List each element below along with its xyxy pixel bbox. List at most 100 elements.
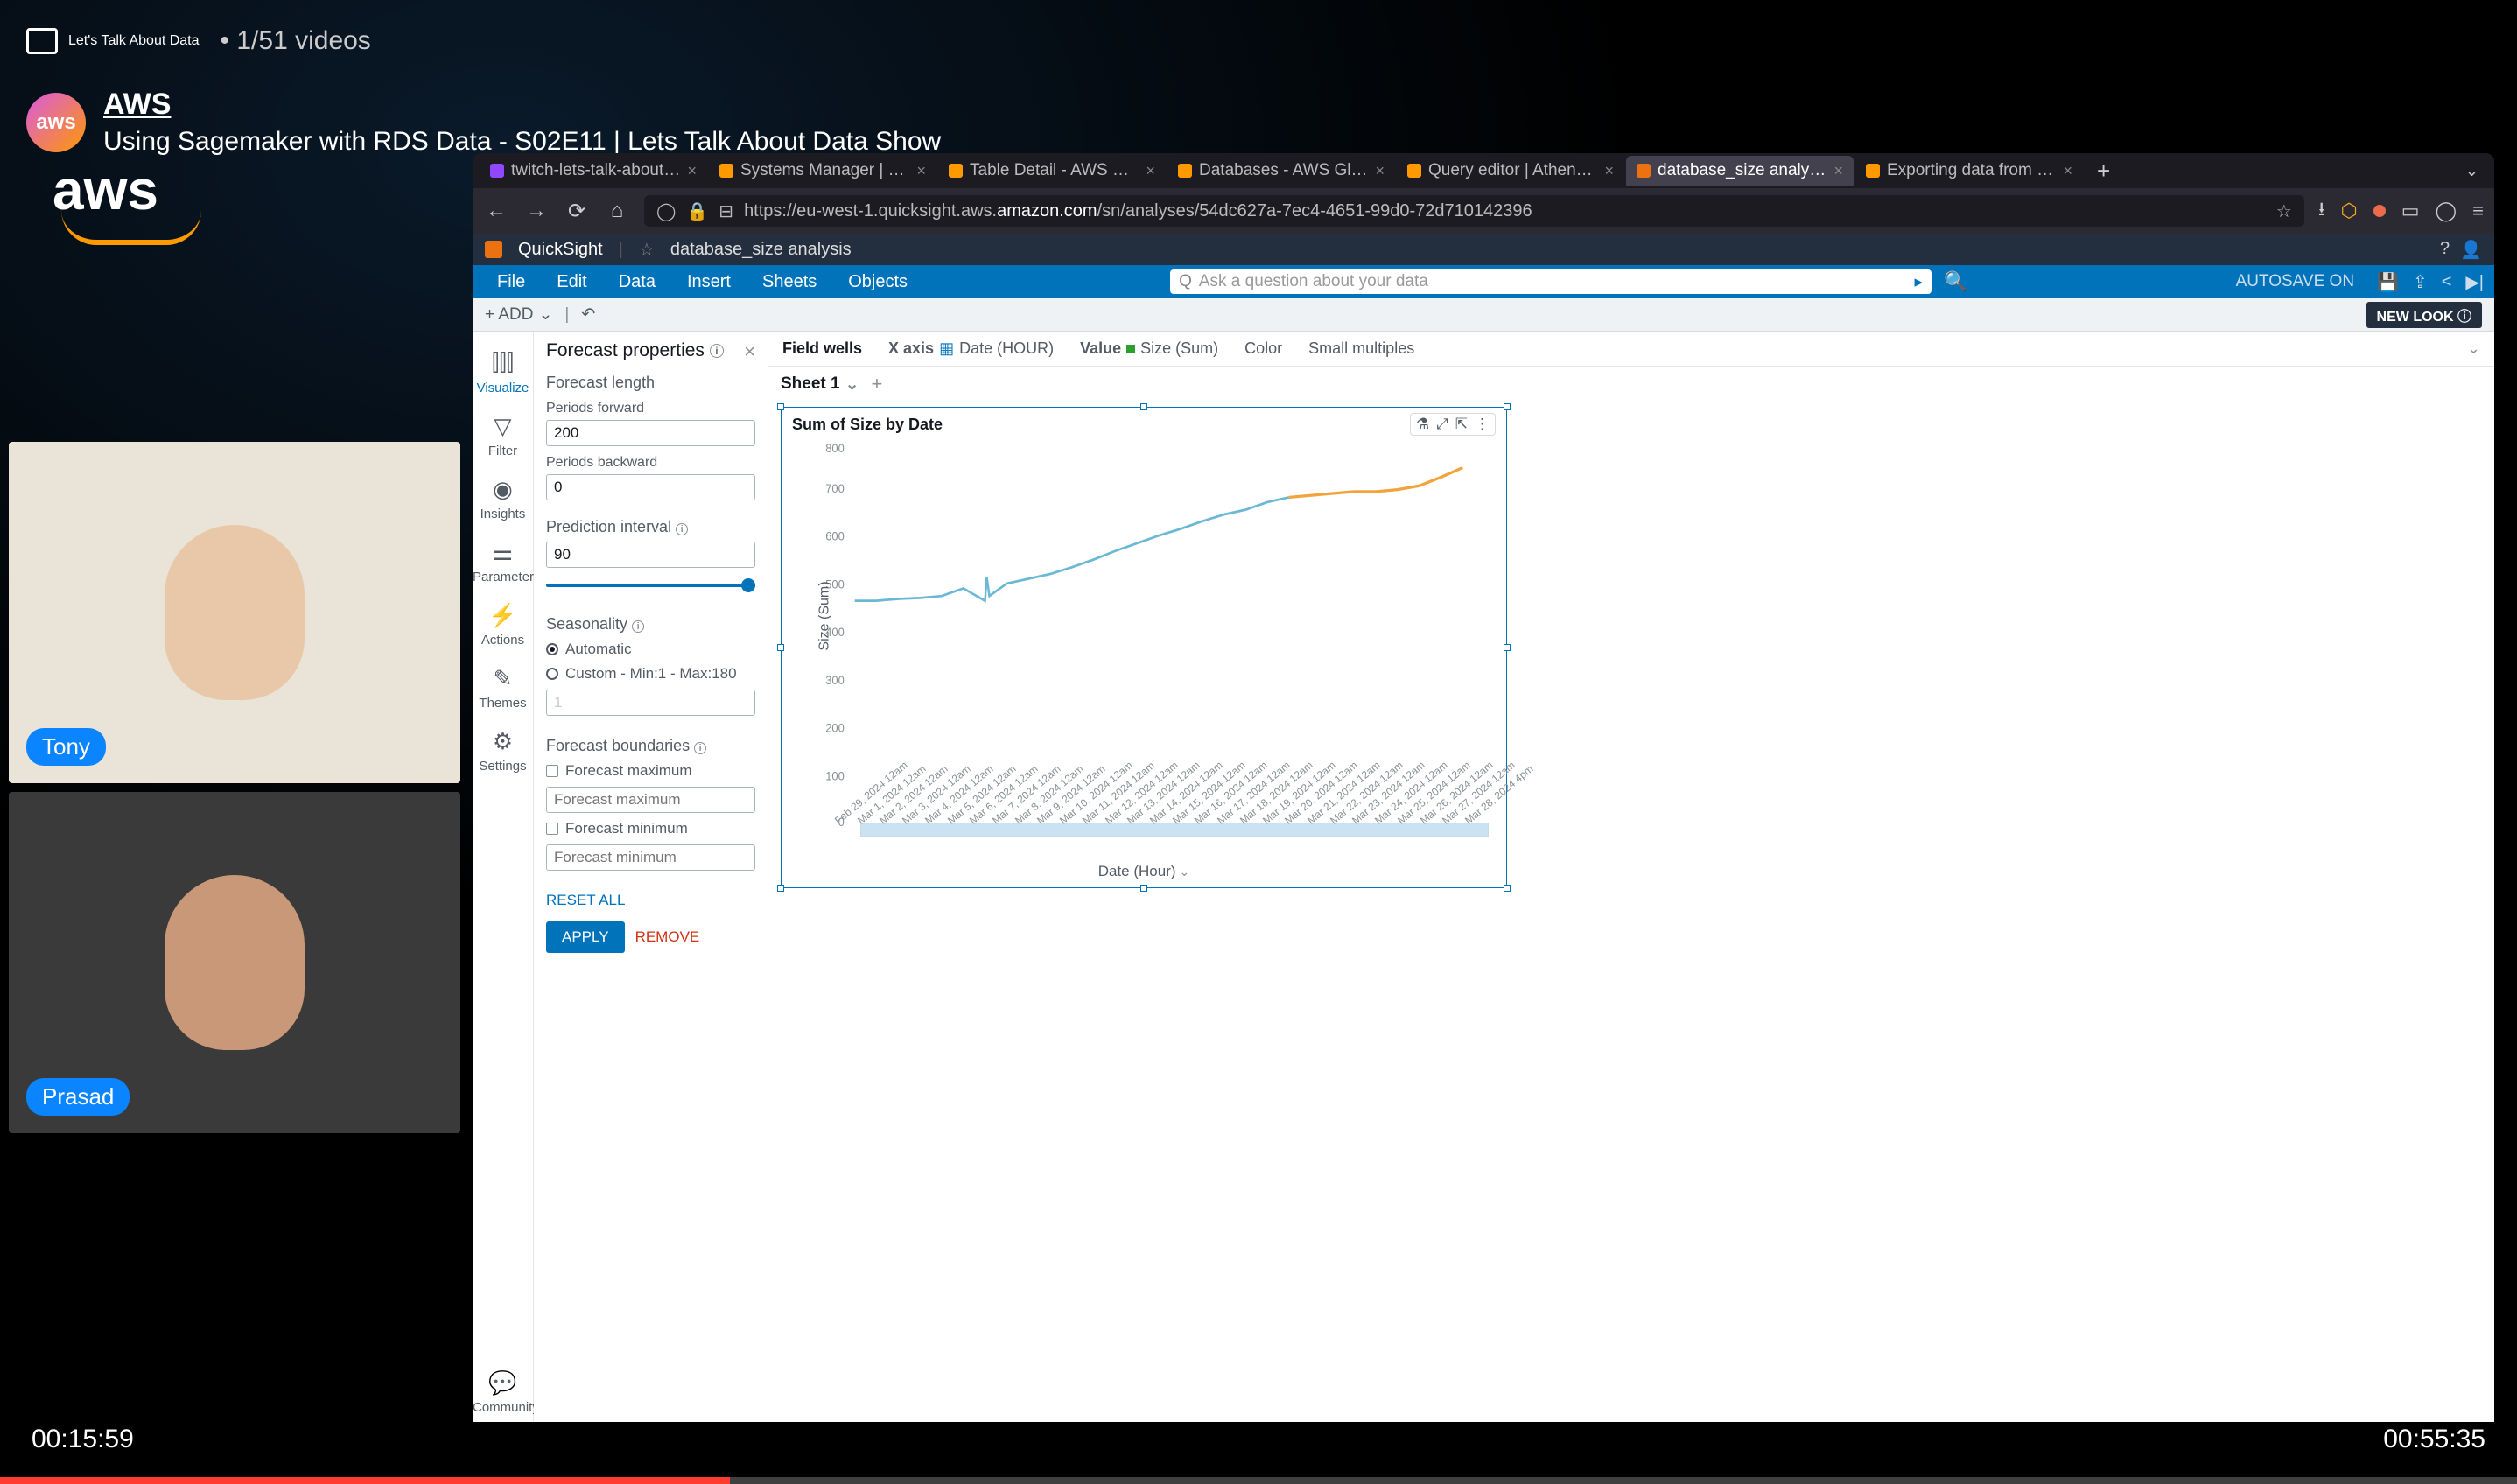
close-icon[interactable]: × xyxy=(916,162,926,180)
rail-parameters[interactable]: ⚌Parameters xyxy=(473,532,533,592)
apply-button[interactable]: APPLY xyxy=(546,921,625,953)
rail-themes[interactable]: ✎Themes xyxy=(473,658,533,718)
container-indicator-icon[interactable] xyxy=(2373,205,2386,217)
resize-handle[interactable] xyxy=(777,403,784,410)
forecast-max-input[interactable] xyxy=(546,787,755,813)
periods-forward-input[interactable] xyxy=(546,420,755,446)
help-icon[interactable]: ? xyxy=(2440,239,2450,261)
rail-insights[interactable]: ◉Insights xyxy=(473,469,533,528)
chart-title[interactable]: Sum of Size by Date xyxy=(792,416,943,434)
all-tabs-button[interactable]: ⌄ xyxy=(2457,162,2487,180)
filter-applied-icon[interactable]: ⚗ xyxy=(1416,416,1429,433)
reload-button[interactable]: ⟳ xyxy=(564,199,590,224)
info-icon[interactable]: i xyxy=(694,742,706,754)
channel-name-link[interactable]: AWS xyxy=(103,88,941,122)
back-button[interactable]: ← xyxy=(483,199,509,223)
export-visual-icon[interactable]: ⇱ xyxy=(1455,416,1468,433)
visual-menu-icon[interactable]: ⋮ xyxy=(1475,416,1490,433)
quicksight-logo-icon[interactable] xyxy=(485,241,502,258)
video-progress-track[interactable] xyxy=(0,1477,2517,1484)
maximize-icon[interactable]: ⤢ xyxy=(1436,416,1448,433)
quicksight-brand[interactable]: QuickSight xyxy=(518,240,603,260)
export-icon[interactable]: ⇪ xyxy=(2413,271,2428,293)
info-icon[interactable]: i xyxy=(710,344,724,358)
resize-handle[interactable] xyxy=(1140,885,1147,892)
seasonality-custom-input[interactable] xyxy=(546,690,755,716)
new-tab-button[interactable]: + xyxy=(2085,158,2122,185)
close-icon[interactable]: × xyxy=(1375,162,1385,180)
small-multiples-well[interactable]: Small multiples xyxy=(1308,340,1414,358)
menu-edit[interactable]: Edit xyxy=(543,272,600,292)
submit-icon[interactable]: ▸ xyxy=(1915,272,1924,292)
rail-visualize[interactable]: ⫿⫿⫿Visualize xyxy=(473,342,533,402)
menu-objects[interactable]: Objects xyxy=(834,272,922,292)
close-icon[interactable]: × xyxy=(1833,162,1843,180)
close-icon[interactable]: × xyxy=(1146,162,1155,180)
bookmark-star-icon[interactable]: ☆ xyxy=(2276,200,2292,222)
color-well[interactable]: Color xyxy=(1244,340,1282,358)
browser-tab-active[interactable]: database_size analysis× xyxy=(1626,156,1854,186)
resize-handle[interactable] xyxy=(777,885,784,892)
expand-wells-icon[interactable]: ⌄ xyxy=(2467,340,2480,358)
resize-handle[interactable] xyxy=(1504,403,1511,410)
undo-icon[interactable]: ↶ xyxy=(581,304,595,325)
rail-community[interactable]: 💬Community xyxy=(473,1362,533,1422)
close-panel-button[interactable]: × xyxy=(744,340,755,363)
info-icon[interactable]: i xyxy=(632,620,644,633)
q-search-input[interactable]: Q Ask a question about your data ▸ xyxy=(1170,270,1932,294)
present-icon[interactable]: ▶| xyxy=(2465,271,2484,293)
remove-button[interactable]: REMOVE xyxy=(635,921,700,953)
browser-tab[interactable]: Query editor | Athena | eu-we× xyxy=(1397,156,1624,186)
add-sheet-button[interactable]: + xyxy=(872,373,883,396)
downloads-icon[interactable]: ⭳ xyxy=(2318,194,2325,228)
forecast-min-input[interactable] xyxy=(546,844,755,871)
magnifier-icon[interactable]: 🔍 xyxy=(1944,270,1967,293)
user-icon[interactable]: 👤 xyxy=(2460,239,2482,261)
browser-tab[interactable]: Databases - AWS Glue Console× xyxy=(1167,156,1395,186)
rail-filter[interactable]: ▽Filter xyxy=(473,406,533,466)
autosave-toggle[interactable]: AUTOSAVE ON xyxy=(2236,272,2355,291)
favorite-star-icon[interactable]: ☆ xyxy=(639,239,655,261)
channel-avatar[interactable]: aws xyxy=(26,93,86,152)
browser-tab[interactable]: Exporting data from an RDS fo× xyxy=(1855,156,2083,186)
browser-tab[interactable]: twitch-lets-talk-about-data× xyxy=(480,156,707,186)
home-button[interactable]: ⌂ xyxy=(604,199,630,223)
prediction-interval-slider[interactable] xyxy=(546,577,755,594)
rail-settings[interactable]: ⚙Settings xyxy=(473,721,533,780)
forecast-min-checkbox[interactable]: Forecast minimum xyxy=(546,820,755,837)
sidebar-icon[interactable]: ▭ xyxy=(2401,200,2420,222)
resize-handle[interactable] xyxy=(1504,885,1511,892)
rail-actions[interactable]: ⚡Actions xyxy=(473,595,533,654)
add-button[interactable]: + ADD ⌄ | ↶ xyxy=(485,304,595,325)
info-icon[interactable]: i xyxy=(676,523,688,536)
line-chart-visual[interactable]: Sum of Size by Date ⚗ ⤢ ⇱ ⋮ Size (Sum) xyxy=(781,407,1507,888)
close-icon[interactable]: × xyxy=(2063,162,2072,180)
save-icon[interactable]: 💾 xyxy=(2377,271,2399,293)
xaxis-well[interactable]: X axis ▦ Date (HOUR) xyxy=(888,340,1054,358)
canvas-area[interactable]: Field wells X axis ▦ Date (HOUR) Value S… xyxy=(768,332,2494,1422)
browser-tab[interactable]: Systems Manager | eu-west-1× xyxy=(709,156,936,186)
new-look-badge[interactable]: NEW LOOK ⓘ xyxy=(2366,302,2482,328)
field-wells-bar[interactable]: Field wells X axis ▦ Date (HOUR) Value S… xyxy=(768,332,2494,367)
periods-backward-input[interactable] xyxy=(546,474,755,500)
resize-handle[interactable] xyxy=(1140,403,1147,410)
menu-insert[interactable]: Insert xyxy=(673,272,745,292)
menu-file[interactable]: File xyxy=(483,272,539,292)
seasonality-automatic-radio[interactable]: Automatic xyxy=(546,640,755,658)
close-icon[interactable]: × xyxy=(1604,162,1614,180)
share-icon[interactable]: < xyxy=(2442,272,2452,292)
playlist-title[interactable]: Let's Talk About Data xyxy=(68,33,200,49)
url-bar[interactable]: ◯ 🔒 ⊟ https://eu-west-1.quicksight.aws.a… xyxy=(644,195,2304,227)
close-icon[interactable]: × xyxy=(687,162,697,180)
menu-sheets[interactable]: Sheets xyxy=(748,272,831,292)
menu-data[interactable]: Data xyxy=(605,272,670,292)
resize-handle[interactable] xyxy=(777,644,784,651)
value-well[interactable]: Value Size (Sum) xyxy=(1080,340,1218,358)
browser-tab[interactable]: Table Detail - AWS Glue Cons× xyxy=(938,156,1166,186)
analysis-name[interactable]: database_size analysis xyxy=(670,240,852,260)
forward-button[interactable]: → xyxy=(523,199,550,223)
account-icon[interactable]: ◯ xyxy=(2436,200,2457,222)
prediction-interval-input[interactable] xyxy=(546,542,755,568)
resize-handle[interactable] xyxy=(1504,644,1511,651)
extension-icon[interactable]: ⬡ xyxy=(2341,200,2358,222)
